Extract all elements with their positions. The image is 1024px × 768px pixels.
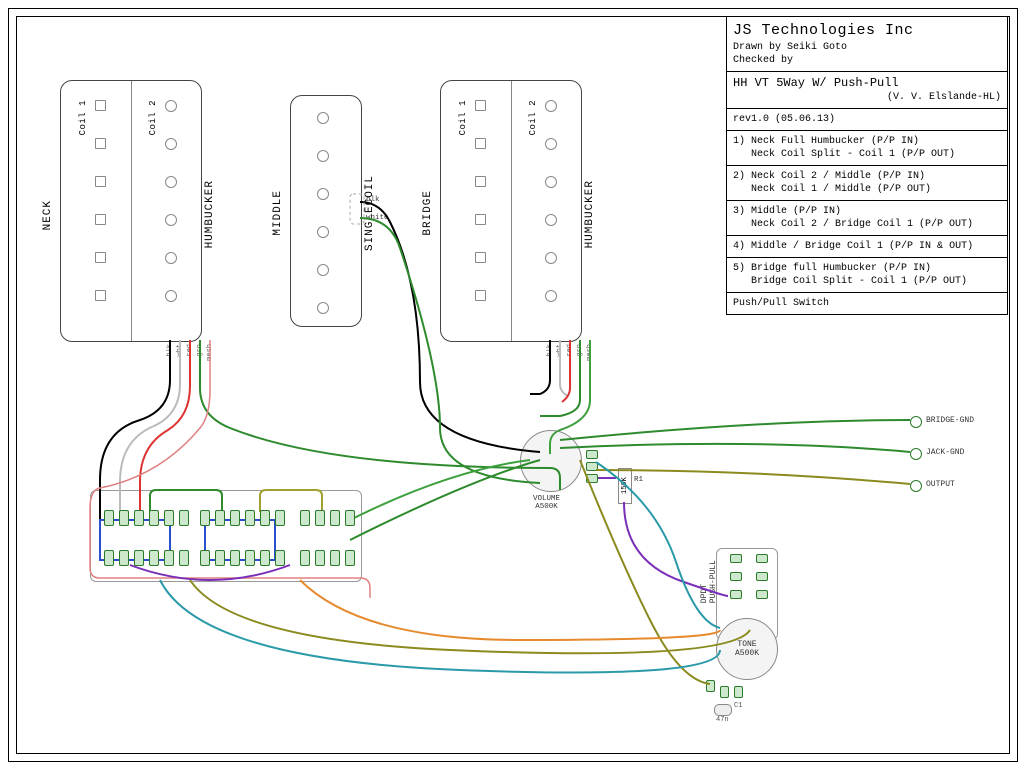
pole-piece <box>545 214 557 226</box>
switch-lug <box>275 510 285 526</box>
switch-lug <box>164 550 174 566</box>
pole-piece <box>475 252 486 263</box>
pole-piece <box>545 176 557 188</box>
switch-lug <box>164 510 174 526</box>
switch-lug <box>149 510 159 526</box>
switch-lug <box>104 510 114 526</box>
pole-piece <box>165 214 177 226</box>
switch-lug <box>275 550 285 566</box>
switch-lug <box>315 550 325 566</box>
switch-lug <box>230 510 240 526</box>
pole-piece <box>95 100 106 111</box>
pole-piece <box>475 138 486 149</box>
pole-piece <box>95 176 106 187</box>
switch-lug <box>215 550 225 566</box>
switch-lug <box>315 510 325 526</box>
company-name: JS Technologies Inc <box>733 21 1001 41</box>
switch-lug <box>330 510 340 526</box>
capacitor-c1 <box>714 704 732 716</box>
neck-label: NECK <box>42 200 54 230</box>
pole-piece <box>317 226 329 238</box>
pole-piece <box>475 176 486 187</box>
pole-piece <box>165 290 177 302</box>
dpdt-label: DPDTPUSH-PULL <box>700 560 718 603</box>
bridge-gnd-terminal <box>910 416 922 428</box>
pole-piece <box>317 264 329 276</box>
pole-piece <box>475 214 486 225</box>
pole-piece <box>165 138 177 150</box>
diagram-title: HH VT 5Way W/ Push-Pull <box>733 76 1001 92</box>
switch-lug <box>119 550 129 566</box>
switch-lug <box>134 550 144 566</box>
switch-lug <box>260 510 270 526</box>
middle-pickup <box>290 95 362 327</box>
switch-lug <box>345 510 355 526</box>
switch-lug <box>134 510 144 526</box>
pole-piece <box>317 302 329 314</box>
pole-piece <box>475 290 486 301</box>
jack-gnd-terminal <box>910 448 922 460</box>
pole-piece <box>317 150 329 162</box>
pole-piece <box>317 188 329 200</box>
pole-piece <box>95 252 106 263</box>
volume-label: VOLUMEA500K <box>533 495 560 511</box>
switch-lug <box>215 510 225 526</box>
pole-piece <box>545 100 557 112</box>
switch-lug <box>230 550 240 566</box>
pole-piece <box>95 290 106 301</box>
switch-lug <box>200 550 210 566</box>
switch-lug <box>245 510 255 526</box>
selector-switch <box>90 490 362 582</box>
pole-piece <box>545 138 557 150</box>
pole-piece <box>545 252 557 264</box>
switch-lug <box>300 550 310 566</box>
pole-piece <box>95 214 106 225</box>
pole-piece <box>165 100 177 112</box>
resistor-r1: 150K <box>618 468 632 504</box>
pole-piece <box>95 138 106 149</box>
title-block: JS Technologies Inc Drawn by Seiki Goto … <box>726 16 1008 315</box>
switch-lug <box>104 550 114 566</box>
switch-lug <box>200 510 210 526</box>
switch-lug <box>179 510 189 526</box>
switch-lug <box>345 550 355 566</box>
pole-piece <box>545 290 557 302</box>
pole-piece <box>165 252 177 264</box>
switch-lug <box>149 550 159 566</box>
output-terminal <box>910 480 922 492</box>
switch-lug <box>330 550 340 566</box>
pole-piece <box>165 176 177 188</box>
switch-lug <box>300 510 310 526</box>
switch-lug <box>245 550 255 566</box>
pole-piece <box>317 112 329 124</box>
tone-pot: TONEA500K <box>716 618 778 680</box>
pole-piece <box>475 100 486 111</box>
volume-pot <box>520 430 582 492</box>
switch-lug <box>119 510 129 526</box>
switch-lug <box>179 550 189 566</box>
switch-lug <box>260 550 270 566</box>
